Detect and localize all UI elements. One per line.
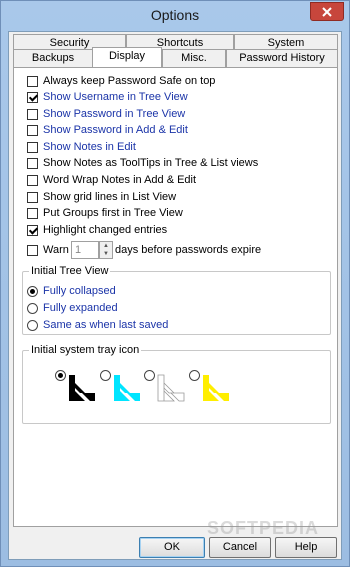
tree-view-radio-option[interactable]: Same as when last saved xyxy=(27,318,168,332)
ok-button[interactable]: OK xyxy=(139,537,205,558)
option-checkbox[interactable] xyxy=(27,91,38,103)
option-label: Show Notes as ToolTips in Tree & List vi… xyxy=(43,157,259,169)
tray-icon-radio[interactable] xyxy=(144,370,155,381)
tray-icon-radio[interactable] xyxy=(189,370,200,381)
display-option[interactable]: Put Groups first in Tree View xyxy=(27,206,183,220)
warn-checkbox[interactable] xyxy=(27,244,38,256)
tray-icon-radio[interactable] xyxy=(100,370,111,381)
tree-view-radio[interactable] xyxy=(27,302,38,314)
option-label: Put Groups first in Tree View xyxy=(43,207,183,219)
tray-icon-legend: Initial system tray icon xyxy=(29,344,142,356)
option-checkbox[interactable] xyxy=(27,124,38,136)
tree-view-radio-option[interactable]: Fully collapsed xyxy=(27,284,116,298)
tab-display[interactable]: Display xyxy=(92,47,162,67)
tray-icon-white xyxy=(157,374,185,402)
display-option[interactable]: Show Notes in Edit xyxy=(27,140,136,154)
display-option[interactable]: Show grid lines in List View xyxy=(27,190,176,204)
spin-down-icon[interactable]: ▼ xyxy=(100,250,112,258)
tree-view-radio-option[interactable]: Fully expanded xyxy=(27,301,118,315)
title-bar[interactable]: Options xyxy=(1,1,349,29)
display-option[interactable]: Show Password in Tree View xyxy=(27,107,185,121)
option-checkbox[interactable] xyxy=(27,191,38,203)
tab-backups[interactable]: Backups xyxy=(13,49,93,67)
option-checkbox[interactable] xyxy=(27,174,38,186)
tree-view-radio-label: Fully collapsed xyxy=(43,285,116,297)
tray-icon-black xyxy=(69,375,95,401)
option-checkbox[interactable] xyxy=(27,141,38,153)
display-option[interactable]: Highlight changed entries xyxy=(27,223,167,237)
option-checkbox[interactable] xyxy=(27,75,38,87)
display-option[interactable]: Show Notes as ToolTips in Tree & List vi… xyxy=(27,156,258,170)
option-label: Highlight changed entries xyxy=(43,224,168,236)
options-window: Options Security Shortcuts System Backup… xyxy=(0,0,350,567)
initial-tree-view-legend: Initial Tree View xyxy=(29,265,111,277)
spin-up-icon[interactable]: ▲ xyxy=(100,242,112,250)
option-label: Show Password in Add & Edit xyxy=(43,124,188,136)
option-label: Show Password in Tree View xyxy=(43,108,186,120)
tree-view-radio-label: Same as when last saved xyxy=(43,319,169,331)
warn-label: Warn xyxy=(43,244,69,256)
display-option[interactable]: Show Username in Tree View xyxy=(27,90,188,104)
tree-view-radio-label: Fully expanded xyxy=(43,302,118,314)
help-button[interactable]: Help xyxy=(275,537,337,558)
option-checkbox[interactable] xyxy=(27,157,38,169)
tray-icon-group: Initial system tray icon xyxy=(22,344,331,424)
tab-misc[interactable]: Misc. xyxy=(162,49,226,67)
warn-option[interactable]: Warn xyxy=(27,243,69,257)
option-checkbox[interactable] xyxy=(27,224,38,236)
tree-view-radio[interactable] xyxy=(27,319,38,331)
display-option[interactable]: Always keep Password Safe on top xyxy=(27,74,215,88)
display-tab-panel: Always keep Password Safe on top Show Use… xyxy=(13,67,338,527)
warn-days-input[interactable]: 1 xyxy=(71,241,99,259)
close-button[interactable] xyxy=(310,2,344,21)
option-label: Show Username in Tree View xyxy=(43,91,188,103)
tray-icon-yellow xyxy=(203,375,229,401)
warn-days-suffix: days before passwords expire xyxy=(115,244,262,256)
warn-days-spinner[interactable]: ▲ ▼ xyxy=(99,241,113,259)
tree-view-radio[interactable] xyxy=(27,285,38,297)
watermark: SOFTPEDIA xyxy=(207,518,320,538)
display-option[interactable]: Word Wrap Notes in Add & Edit xyxy=(27,173,196,187)
close-icon xyxy=(322,6,332,17)
tab-password-history[interactable]: Password History xyxy=(226,49,338,67)
option-checkbox[interactable] xyxy=(27,207,38,219)
initial-tree-view-group: Initial Tree View Fully collapsed Fully e… xyxy=(22,265,331,335)
option-label: Word Wrap Notes in Add & Edit xyxy=(43,174,197,186)
display-option[interactable]: Show Password in Add & Edit xyxy=(27,123,188,137)
option-label: Show grid lines in List View xyxy=(43,191,177,203)
tray-icon-radio[interactable] xyxy=(55,370,66,381)
option-label: Show Notes in Edit xyxy=(43,141,136,153)
option-checkbox[interactable] xyxy=(27,108,38,120)
cancel-button[interactable]: Cancel xyxy=(209,537,271,558)
dialog-body: Security Shortcuts System Backups Displa… xyxy=(8,31,342,560)
option-label: Always keep Password Safe on top xyxy=(43,75,216,87)
window-title: Options xyxy=(150,7,200,23)
tray-icon-cyan xyxy=(114,375,140,401)
